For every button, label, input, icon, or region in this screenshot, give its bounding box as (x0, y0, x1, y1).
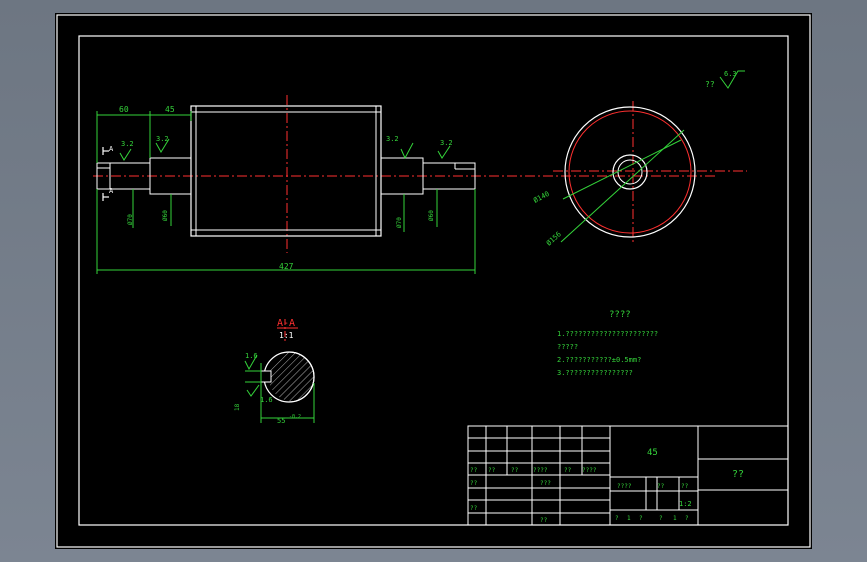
tb-label-3: ?? (511, 467, 519, 474)
tb-label-1: ?? (470, 467, 478, 474)
tb-row2-label: ?? (470, 480, 478, 487)
title-scale: 1:2 (679, 500, 692, 508)
dim-right-dia: Ø70 (396, 217, 403, 228)
title-material: 45 (647, 448, 658, 458)
section-scale: 1:1 (279, 331, 294, 340)
dim-60: 60 (119, 105, 129, 114)
tb-sheet-6: ? (685, 515, 689, 522)
section-a-a: A-A 1:1 1.6 1.6 55 -0.2 18 (234, 318, 315, 425)
tb-sheet-4: ? (659, 515, 663, 522)
dim-d140: Ø140 (532, 190, 551, 205)
tb-stage-label: ???? (617, 483, 632, 490)
dim-keyway-depth: 55 (277, 417, 285, 425)
roller-body (190, 105, 382, 237)
section-roughness-1: 1.6 (245, 352, 258, 360)
inner-border (78, 35, 789, 526)
leader-d156 (560, 129, 685, 243)
section-keyway (260, 370, 272, 383)
tb-sheet-2: 1 (627, 515, 631, 522)
section-label: A-A (277, 318, 295, 329)
technical-notes: ???? 1.?????????????????????? ????? 2.??… (557, 310, 658, 377)
tb-row3-mid: ?? (540, 517, 548, 524)
tb-label-4: ???? (533, 467, 548, 474)
section-roughness-2: 1.6 (260, 396, 273, 404)
note-line-1: 1.?????????????????????? (557, 330, 658, 338)
dim-d156: Ø156 (545, 230, 563, 247)
top-dimensions (96, 111, 476, 274)
tb-label-6: ???? (582, 467, 597, 474)
note-line-4: 3.???????????????? (557, 369, 633, 377)
tb-scale-label: ?? (681, 483, 689, 490)
tb-label-2: ?? (488, 467, 496, 474)
outer-border (56, 14, 811, 548)
roller-inner-circle (568, 110, 692, 234)
tb-sheet-3: ? (639, 515, 643, 522)
dim-keyway-tolerance: -0.2 (289, 414, 301, 420)
section-mark-bottom: A (109, 187, 114, 195)
roller-outer-circle (564, 106, 696, 238)
tb-weight-label: ?? (657, 483, 665, 490)
shaft-front-view: 60 45 427 3.2 3.2 3.2 3.2 Ø70 Ø60 Ø70 Ø6… (93, 95, 717, 274)
corner-roughness: 6.3 (724, 70, 737, 78)
roughness-right-2: 3.2 (440, 139, 453, 147)
roller-side-view: Ø140 Ø156 ?? 6.3 (532, 70, 747, 247)
drawing-sheet: 60 45 427 3.2 3.2 3.2 3.2 Ø70 Ø60 Ø70 Ø6… (55, 13, 812, 549)
tb-row3-label: ?? (470, 505, 478, 512)
dim-left-dia: Ø70 (127, 214, 134, 225)
tb-sheet-5: 1 (673, 515, 677, 522)
dim-427: 427 (279, 262, 294, 271)
cad-drawing: 60 45 427 3.2 3.2 3.2 3.2 Ø70 Ø60 Ø70 Ø6… (56, 14, 811, 548)
section-mark-top: A (109, 145, 114, 153)
title-part-name: ?? (732, 469, 744, 480)
roughness-left-1: 3.2 (121, 140, 134, 148)
dim-left-dia-2: Ø60 (162, 210, 169, 221)
notes-title: ???? (609, 310, 631, 320)
note-line-2: ????? (557, 343, 578, 351)
roughness-right-1: 3.2 (386, 135, 399, 143)
dim-right-dia-2: Ø60 (428, 210, 435, 221)
tb-sheet-1: ? (615, 515, 619, 522)
dim-keyway-width: 18 (234, 403, 241, 411)
dim-45: 45 (165, 105, 175, 114)
tb-row2-mid: ??? (540, 480, 551, 487)
note-line-3: 2.???????????±0.5mm? (557, 356, 641, 364)
roughness-left-2: 3.2 (156, 135, 169, 143)
tb-label-5: ?? (564, 467, 572, 474)
corner-note: ?? (705, 80, 715, 89)
